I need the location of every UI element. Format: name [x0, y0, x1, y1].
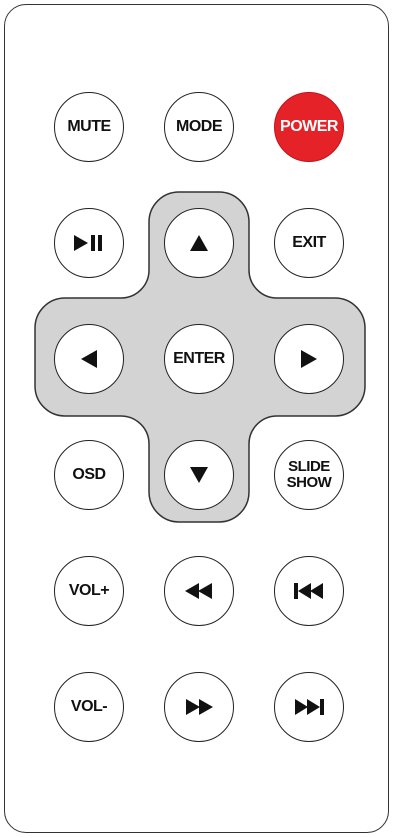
arrow-up-icon — [190, 235, 208, 251]
mute-button[interactable]: MUTE — [54, 92, 124, 162]
slideshow-button[interactable]: SLIDE SHOW — [274, 440, 344, 510]
rewind-button[interactable] — [164, 556, 234, 626]
fast-forward-icon — [186, 699, 213, 715]
slideshow-label-line1: SLIDE — [288, 458, 330, 475]
slideshow-label-line2: SHOW — [286, 474, 332, 491]
arrow-down-icon — [190, 467, 208, 483]
next-button[interactable] — [274, 672, 344, 742]
volume-up-button[interactable]: VOL+ — [54, 556, 124, 626]
skip-next-icon — [295, 699, 324, 715]
enter-button[interactable]: ENTER — [164, 324, 234, 394]
previous-button[interactable] — [274, 556, 344, 626]
mode-button[interactable]: MODE — [164, 92, 234, 162]
power-button[interactable]: POWER — [274, 92, 344, 162]
play-pause-icon — [74, 235, 102, 251]
arrow-left-icon — [81, 350, 97, 368]
skip-previous-icon — [294, 583, 323, 599]
down-arrow-button[interactable] — [164, 440, 234, 510]
volume-down-button[interactable]: VOL- — [54, 672, 124, 742]
right-arrow-button[interactable] — [274, 324, 344, 394]
rewind-icon — [185, 583, 212, 599]
left-arrow-button[interactable] — [54, 324, 124, 394]
fast-forward-button[interactable] — [164, 672, 234, 742]
arrow-right-icon — [301, 350, 317, 368]
osd-button[interactable]: OSD — [54, 440, 124, 510]
exit-button[interactable]: EXIT — [274, 208, 344, 278]
play-pause-button[interactable] — [54, 208, 124, 278]
up-arrow-button[interactable] — [164, 208, 234, 278]
